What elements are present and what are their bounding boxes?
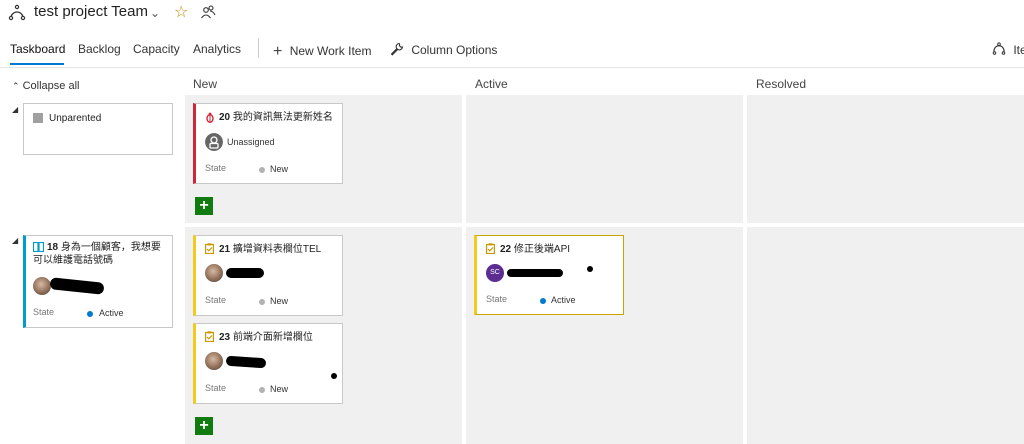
star-icon[interactable]: ☆ [174, 2, 188, 22]
card-title-text: 擴增資料表欄位TEL [232, 244, 322, 255]
card-state[interactable]: New [270, 384, 288, 394]
state-label: State [486, 294, 508, 304]
state-label: State [33, 307, 55, 317]
card-title-line2: 可以維護電話號碼 [33, 255, 113, 266]
tab-taskboard[interactable]: Taskboard [10, 42, 65, 56]
book-icon [33, 242, 44, 252]
card-id: 20 [219, 112, 231, 123]
column-options-label: Column Options [411, 43, 498, 57]
work-item-card-20[interactable]: 20 我的資訊無法更新姓名 Unassigned State New [193, 103, 343, 184]
wrench-icon [390, 42, 404, 56]
task-clipboard-icon [205, 243, 214, 254]
cell-resolved-row1 [747, 95, 1024, 223]
toolbar-divider [258, 38, 259, 58]
iteration-icon [992, 42, 1006, 55]
redacted-name [507, 269, 563, 277]
column-header-new: New [193, 77, 218, 91]
state-label: State [205, 295, 227, 305]
card-title-text: 我的資訊無法更新姓名 [232, 112, 333, 123]
state-label: State [205, 383, 227, 393]
tab-backlog[interactable]: Backlog [78, 42, 121, 56]
card-assignee[interactable]: Unassigned [227, 137, 275, 147]
redaction-mark [331, 373, 337, 379]
iteration-label: Ite [1013, 43, 1024, 57]
active-tab-indicator [10, 63, 64, 65]
avatar: SC [486, 264, 504, 282]
redacted-name [226, 268, 264, 278]
unparented-icon [33, 113, 43, 123]
card-title: 23 前端介面新增欄位 [219, 331, 313, 344]
card-id: 21 [219, 244, 231, 255]
plus-icon: + [273, 43, 283, 60]
tab-capacity[interactable]: Capacity [133, 42, 180, 56]
iteration-button[interactable]: Ite [992, 42, 1024, 57]
card-id: 22 [500, 244, 512, 255]
state-dot [540, 298, 546, 304]
card-id: 18 [47, 242, 59, 253]
cell-resolved-row2 [747, 227, 1024, 444]
avatar [33, 277, 51, 295]
task-clipboard-icon [205, 331, 214, 342]
redacted-name [49, 277, 105, 295]
card-title: 18 身為一個顧客，我想要 [47, 241, 161, 254]
parent-card-title: Unparented [49, 113, 102, 124]
parent-card-unparented[interactable]: Unparented [23, 103, 173, 155]
card-state[interactable]: Active [99, 308, 124, 318]
card-id: 23 [219, 332, 231, 343]
row-collapse-triangle-icon[interactable]: ◢ [12, 105, 18, 114]
state-label: State [205, 163, 227, 173]
card-title: 21 擴增資料表欄位TEL [219, 243, 321, 256]
team-title[interactable]: test project Team [34, 3, 148, 20]
new-work-item-button[interactable]: + New Work Item [273, 42, 371, 60]
bug-icon [206, 112, 214, 123]
parent-card-18[interactable]: 18 身為一個顧客，我想要 可以維護電話號碼 State Active [23, 235, 173, 328]
card-title-text: 修正後端API [513, 244, 571, 255]
add-task-button[interactable]: + [195, 197, 213, 215]
column-options-button[interactable]: Column Options [390, 42, 497, 57]
cell-active-row1 [466, 95, 743, 223]
state-dot [259, 167, 265, 173]
row-collapse-triangle-icon[interactable]: ◢ [12, 236, 18, 245]
card-state[interactable]: New [270, 296, 288, 306]
new-work-item-label: New Work Item [289, 44, 372, 58]
team-icon [8, 4, 26, 21]
avatar [205, 264, 223, 282]
column-header-active: Active [475, 77, 508, 91]
avatar [205, 352, 223, 370]
header: test project Team ⌄ ☆ [0, 0, 1024, 30]
people-icon[interactable] [200, 4, 216, 20]
card-title-text: 身為一個顧客，我想要 [60, 242, 161, 253]
tab-analytics[interactable]: Analytics [193, 42, 241, 56]
collapse-all-button[interactable]: ⌃ Collapse all [12, 80, 79, 92]
work-item-card-22[interactable]: 22 修正後端API SC State Active [474, 235, 624, 315]
card-title-text: 前端介面新增欄位 [232, 332, 313, 343]
state-dot [87, 311, 93, 317]
work-item-card-23[interactable]: 23 前端介面新增欄位 State New [193, 323, 343, 404]
chevron-down-icon[interactable]: ⌄ [150, 6, 160, 20]
redacted-name [225, 355, 267, 369]
unassigned-avatar-icon [205, 133, 223, 151]
card-state[interactable]: New [270, 164, 288, 174]
work-item-card-21[interactable]: 21 擴增資料表欄位TEL State New [193, 235, 343, 316]
header-divider [0, 67, 1024, 68]
task-clipboard-icon [486, 243, 495, 254]
card-state[interactable]: Active [551, 295, 576, 305]
card-title: 20 我的資訊無法更新姓名 [219, 111, 333, 124]
column-header-resolved: Resolved [756, 77, 807, 91]
state-dot [259, 299, 265, 305]
state-dot [259, 387, 265, 393]
card-title: 22 修正後端API [500, 243, 570, 256]
collapse-all-label: Collapse all [22, 80, 80, 92]
add-task-button[interactable]: + [195, 417, 213, 435]
redaction-mark [587, 266, 593, 272]
double-chevron-up-icon: ⌃ [12, 81, 20, 91]
